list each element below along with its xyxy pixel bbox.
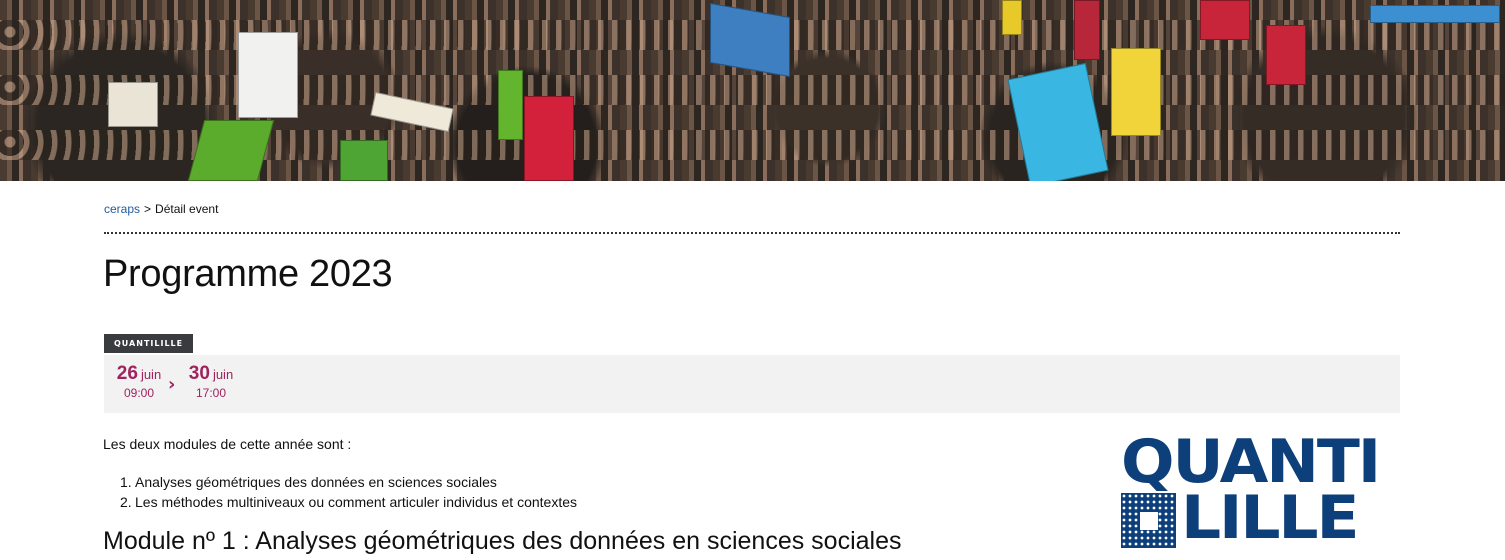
event-date-range: 26 juin 09:00 › 30 juin 17:00 bbox=[104, 355, 1400, 413]
protest-sign bbox=[1002, 0, 1022, 35]
list-item: 1. Analyses géométriques des données en s… bbox=[120, 472, 577, 492]
protest-sign bbox=[238, 32, 298, 118]
protest-flag bbox=[187, 120, 275, 181]
protest-sign bbox=[1370, 5, 1500, 23]
protest-sign bbox=[1266, 25, 1306, 85]
breadcrumb-current: Détail event bbox=[155, 202, 219, 216]
sierpinski-carpet-icon bbox=[1121, 493, 1176, 548]
list-item: 2. Les méthodes multiniveaux ou comment a… bbox=[120, 492, 577, 512]
protest-flag bbox=[710, 2, 790, 78]
page-title: Programme 2023 bbox=[103, 253, 393, 295]
protest-sign bbox=[108, 82, 158, 127]
protest-flag bbox=[498, 70, 523, 140]
list-item-number: 2. bbox=[120, 494, 132, 510]
event-end-date: 30 juin 17:00 bbox=[185, 363, 237, 400]
start-month: juin bbox=[140, 367, 162, 382]
end-time: 17:00 bbox=[195, 386, 227, 400]
end-day: 30 bbox=[188, 363, 210, 384]
breadcrumb-separator: > bbox=[144, 202, 152, 216]
protest-flag bbox=[340, 140, 388, 181]
breadcrumb: ceraps > Détail event bbox=[104, 202, 218, 216]
protest-sign bbox=[1200, 0, 1250, 40]
protest-sign bbox=[1111, 48, 1161, 136]
chevron-right-icon: › bbox=[168, 374, 176, 395]
event-category-tag[interactable]: QUANTILILLE bbox=[104, 334, 194, 353]
logo-line-2: LILLE bbox=[1181, 483, 1360, 553]
list-item-number: 1. bbox=[120, 474, 132, 490]
intro-text: Les deux modules de cette année sont : bbox=[103, 436, 352, 452]
start-day: 26 bbox=[116, 363, 138, 384]
protest-sign bbox=[524, 96, 574, 181]
end-month: juin bbox=[212, 367, 234, 382]
start-time: 09:00 bbox=[123, 386, 155, 400]
breadcrumb-link-ceraps[interactable]: ceraps bbox=[104, 202, 140, 216]
section-title: Module nº 1 : Analyses géométriques des … bbox=[103, 527, 902, 555]
event-start-date: 26 juin 09:00 bbox=[113, 363, 165, 400]
hero-banner-image bbox=[0, 0, 1505, 181]
list-item-label: Analyses géométriques des données en sci… bbox=[135, 474, 497, 490]
quantilille-logo: QUANTI LILLE bbox=[1121, 432, 1397, 553]
breadcrumb-divider bbox=[104, 232, 1400, 234]
modules-list: 1. Analyses géométriques des données en s… bbox=[120, 472, 577, 512]
list-item-label: Les méthodes multiniveaux ou comment art… bbox=[135, 494, 577, 510]
protest-flag bbox=[1074, 0, 1100, 60]
